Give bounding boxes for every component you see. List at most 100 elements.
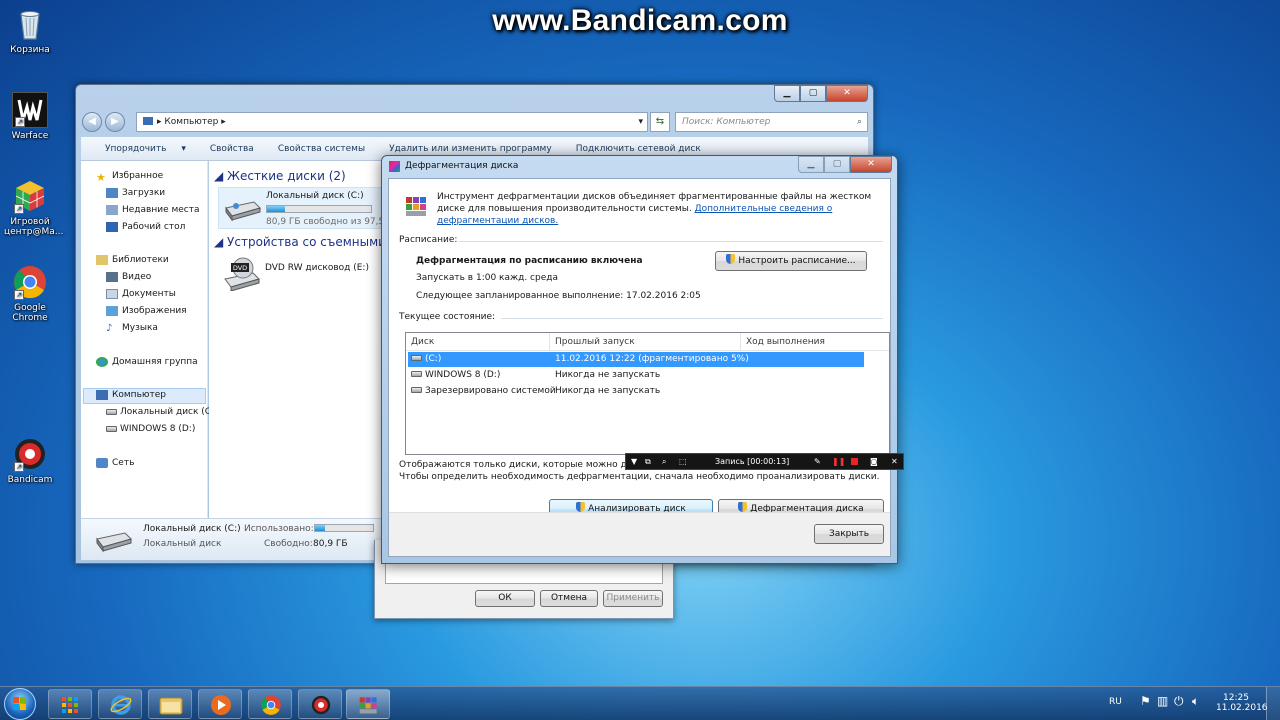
maximize-button[interactable]: ▢: [800, 85, 826, 102]
bandicam-icon: [311, 695, 331, 715]
map-network-drive-button[interactable]: Подключить сетевой диск: [564, 144, 713, 154]
taskbar-chrome-button[interactable]: [248, 689, 292, 719]
bandicam-stop-icon[interactable]: [851, 458, 858, 465]
video-icon: [106, 272, 118, 282]
action-center-flag-icon[interactable]: ⚑: [1140, 694, 1151, 708]
dvd-drive-tile[interactable]: DVD DVD RW дисковод (E:): [218, 255, 388, 295]
group-removable[interactable]: ◢ Устройства со съемными н: [214, 235, 398, 249]
close-button[interactable]: ✕: [826, 85, 868, 102]
disk-cell: Зарезервировано системой: [411, 384, 556, 399]
clock[interactable]: 12:25 11.02.2016: [1216, 693, 1268, 713]
nav-label: Изображения: [122, 306, 187, 316]
defrag-close-button[interactable]: ✕: [850, 156, 892, 173]
desktop-icon-bandicam[interactable]: ↗ Bandicam: [4, 436, 56, 485]
minimize-button[interactable]: ▁: [774, 85, 800, 102]
nav-computer[interactable]: Компьютер: [96, 390, 166, 400]
taskbar-bandicam-button[interactable]: [298, 689, 342, 719]
search-input[interactable]: Поиск: Компьютер ⌕: [675, 112, 868, 132]
documents-icon: [106, 289, 118, 299]
column-disk[interactable]: Диск: [406, 333, 550, 351]
power-tray-icon[interactable]: ⏻: [1174, 694, 1184, 709]
nav-homegroup[interactable]: Домашняя группа: [96, 357, 198, 367]
system-properties-button[interactable]: Свойства системы: [266, 144, 377, 154]
nav-label: Документы: [122, 289, 176, 299]
bandicam-zoom-icon[interactable]: ⌕: [662, 454, 666, 469]
drive-icon: [411, 355, 422, 361]
nav-recent[interactable]: Недавние места: [106, 205, 200, 215]
nav-downloads[interactable]: Загрузки: [106, 188, 165, 198]
chrome-icon: [261, 695, 281, 715]
configure-schedule-button[interactable]: Настроить расписание...: [715, 251, 867, 271]
uninstall-program-button[interactable]: Удалить или изменить программу: [377, 144, 564, 154]
address-bar[interactable]: ▸ Компьютер ▸ ▾: [136, 112, 648, 132]
disk-row[interactable]: WINDOWS 8 (D:) Никогда не запускать: [408, 368, 864, 383]
chrome-icon: ↗: [12, 264, 48, 300]
nav-network[interactable]: Сеть: [96, 458, 134, 468]
bandicam-pause-icon[interactable]: ❚❚: [832, 454, 845, 469]
taskbar-defrag-button[interactable]: [346, 689, 390, 719]
nav-label: Загрузки: [122, 188, 166, 198]
nav-libraries[interactable]: Библиотеки: [96, 255, 169, 265]
nav-documents[interactable]: Документы: [106, 289, 176, 299]
show-desktop-button[interactable]: [1266, 687, 1280, 720]
bandicam-camera-icon[interactable]: ◙: [870, 454, 878, 469]
taskbar-ie-button[interactable]: [98, 689, 142, 719]
properties-button[interactable]: Свойства: [198, 144, 266, 154]
defrag-minimize-button[interactable]: ▁: [798, 156, 824, 173]
language-indicator[interactable]: RU: [1109, 697, 1122, 707]
shortcut-arrow-icon: ↗: [14, 290, 24, 300]
nav-images[interactable]: Изображения: [106, 306, 187, 316]
recent-places-icon: [106, 205, 118, 215]
bandicam-close-icon[interactable]: ✕: [891, 454, 898, 469]
organize-button[interactable]: Упорядочить ▾: [81, 144, 198, 154]
nav-video[interactable]: Видео: [106, 272, 151, 282]
nav-favorites[interactable]: ★ Избранное: [96, 171, 163, 184]
column-progress[interactable]: Ход выполнения: [741, 333, 889, 351]
disk-name: Зарезервировано системой: [425, 386, 556, 396]
desktop-icon-label: Корзина: [10, 45, 50, 55]
disk-name: WINDOWS 8 (D:): [425, 370, 501, 380]
computer-icon: [96, 390, 108, 400]
bandicam-region-icon[interactable]: ⬚: [679, 454, 687, 469]
defrag-app-icon: [359, 697, 377, 714]
dvd-drive-name: DVD RW дисковод (E:): [265, 263, 369, 273]
drive-c-tile[interactable]: Локальный диск (C:) 80,9 ГБ свободно из …: [218, 187, 393, 229]
desktop-icon-game-center[interactable]: ↗ Игровой центр@Ma...: [4, 178, 63, 237]
taskbar-apps-button[interactable]: [48, 689, 92, 719]
refresh-button[interactable]: ⇆: [650, 112, 670, 132]
nav-local-disk[interactable]: Локальный диск (С: [106, 407, 211, 417]
network-tray-icon[interactable]: ▥: [1157, 694, 1168, 708]
status-label: Текущее состояние:: [399, 312, 496, 322]
disk-list[interactable]: Диск Прошлый запуск Ход выполнения (C:) …: [405, 332, 890, 455]
nav-music[interactable]: ♪ Музыка: [106, 323, 158, 334]
disk-row[interactable]: Зарезервировано системой Никогда не запу…: [408, 384, 864, 399]
close-dialog-button[interactable]: Закрыть: [814, 524, 884, 544]
address-dropdown-icon[interactable]: ▾: [638, 113, 643, 131]
start-button[interactable]: [4, 688, 36, 720]
taskbar-media-player-button[interactable]: [198, 689, 242, 719]
navigation-pane: ★ Избранное Загрузки Недавние места Рабоч…: [81, 161, 211, 518]
bandicam-pen-icon[interactable]: ✎: [814, 454, 821, 469]
desktop-icon-recycle-bin[interactable]: Корзина: [4, 6, 56, 55]
disk-row[interactable]: (C:) 11.02.2016 12:22 (фрагментировано 5…: [408, 352, 864, 367]
group-hdd[interactable]: ◢ Жесткие диски (2): [214, 169, 346, 183]
desktop-icon-warface[interactable]: ↗ Warface: [4, 92, 56, 141]
configure-schedule-label: Настроить расписание...: [738, 256, 856, 266]
drive-icon: [106, 426, 117, 432]
nav-label: WINDOWS 8 (D:): [120, 424, 196, 434]
cancel-button[interactable]: Отмена: [540, 590, 598, 607]
volume-tray-icon[interactable]: 🔈︎: [1192, 694, 1199, 709]
nav-desktop[interactable]: Рабочий стол: [106, 222, 185, 232]
back-button[interactable]: ◀: [82, 112, 102, 132]
apply-button[interactable]: Применить: [603, 590, 663, 607]
defrag-maximize-button[interactable]: ▢: [824, 156, 850, 173]
bandicam-window-icon[interactable]: ⧉: [645, 454, 651, 469]
ok-button[interactable]: ОК: [475, 590, 535, 607]
column-last-run[interactable]: Прошлый запуск: [550, 333, 741, 351]
bandicam-menu-icon[interactable]: ▼: [631, 454, 637, 469]
desktop-icon-chrome[interactable]: ↗ Google Chrome: [4, 264, 56, 323]
forward-button[interactable]: ▶: [105, 112, 125, 132]
nav-windows8[interactable]: WINDOWS 8 (D:): [106, 424, 195, 434]
taskbar-explorer-button[interactable]: [148, 689, 192, 719]
drive-c-free: 80,9 ГБ свободно из 97,5: [266, 217, 385, 227]
